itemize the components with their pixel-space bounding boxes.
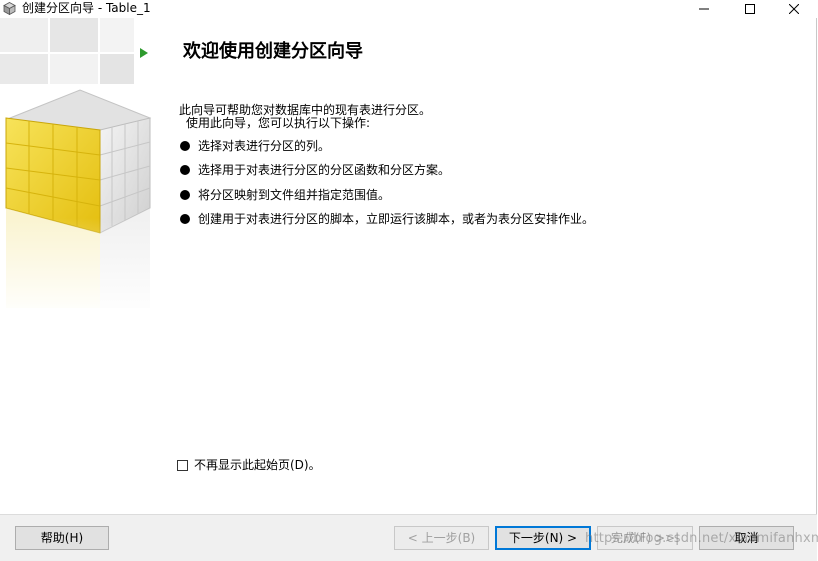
- bullet-icon: [180, 213, 190, 224]
- wizard-window: 创建分区向导 - Table_1 欢迎使用创建分区向导 此向导可帮助您对数据库中…: [0, 0, 818, 561]
- window-title: 创建分区向导 - Table_1: [22, 1, 151, 15]
- maximize-icon: [745, 4, 755, 14]
- minimize-icon: [699, 8, 709, 10]
- maximize-button[interactable]: [727, 0, 773, 18]
- skip-start-page-checkbox[interactable]: [177, 459, 188, 471]
- list-item: 将分区映射到文件组并指定范围值。: [180, 188, 594, 212]
- list-item: 选择用于对表进行分区的分区函数和分区方案。: [180, 163, 594, 187]
- minimize-button[interactable]: [681, 0, 727, 18]
- help-button[interactable]: 帮助(H): [15, 526, 109, 550]
- play-arrow-icon: [140, 48, 148, 58]
- list-item: 创建用于对表进行分区的脚本，立即运行该脚本，或者为表分区安排作业。: [180, 212, 594, 236]
- watermark-text: https://blog.csdn.net/xiaomifanhxmaidi1: [585, 531, 818, 546]
- previous-button[interactable]: < 上一步(B): [394, 526, 489, 550]
- close-button[interactable]: [771, 0, 817, 18]
- list-item: 选择对表进行分区的列。: [180, 139, 594, 163]
- app-cube-icon: [3, 2, 16, 15]
- bullet-icon: [180, 189, 190, 200]
- skip-start-page-option[interactable]: 不再显示此起始页(D)。: [177, 457, 321, 473]
- bullet-icon: [180, 141, 190, 151]
- feature-list: 选择对表进行分区的列。 选择用于对表进行分区的分区函数和分区方案。 将分区映射到…: [180, 139, 594, 236]
- close-icon: [789, 4, 799, 14]
- skip-start-page-label[interactable]: 不再显示此起始页(D)。: [194, 458, 321, 473]
- page-title: 欢迎使用创建分区向导: [183, 41, 363, 62]
- bullet-icon: [180, 165, 190, 176]
- intro-subtext: 使用此向导，您可以执行以下操作:: [186, 116, 371, 130]
- title-bar[interactable]: 创建分区向导 - Table_1: [0, 0, 817, 18]
- wizard-cube-graphic: [0, 18, 160, 318]
- next-button[interactable]: 下一步(N) >: [495, 526, 591, 550]
